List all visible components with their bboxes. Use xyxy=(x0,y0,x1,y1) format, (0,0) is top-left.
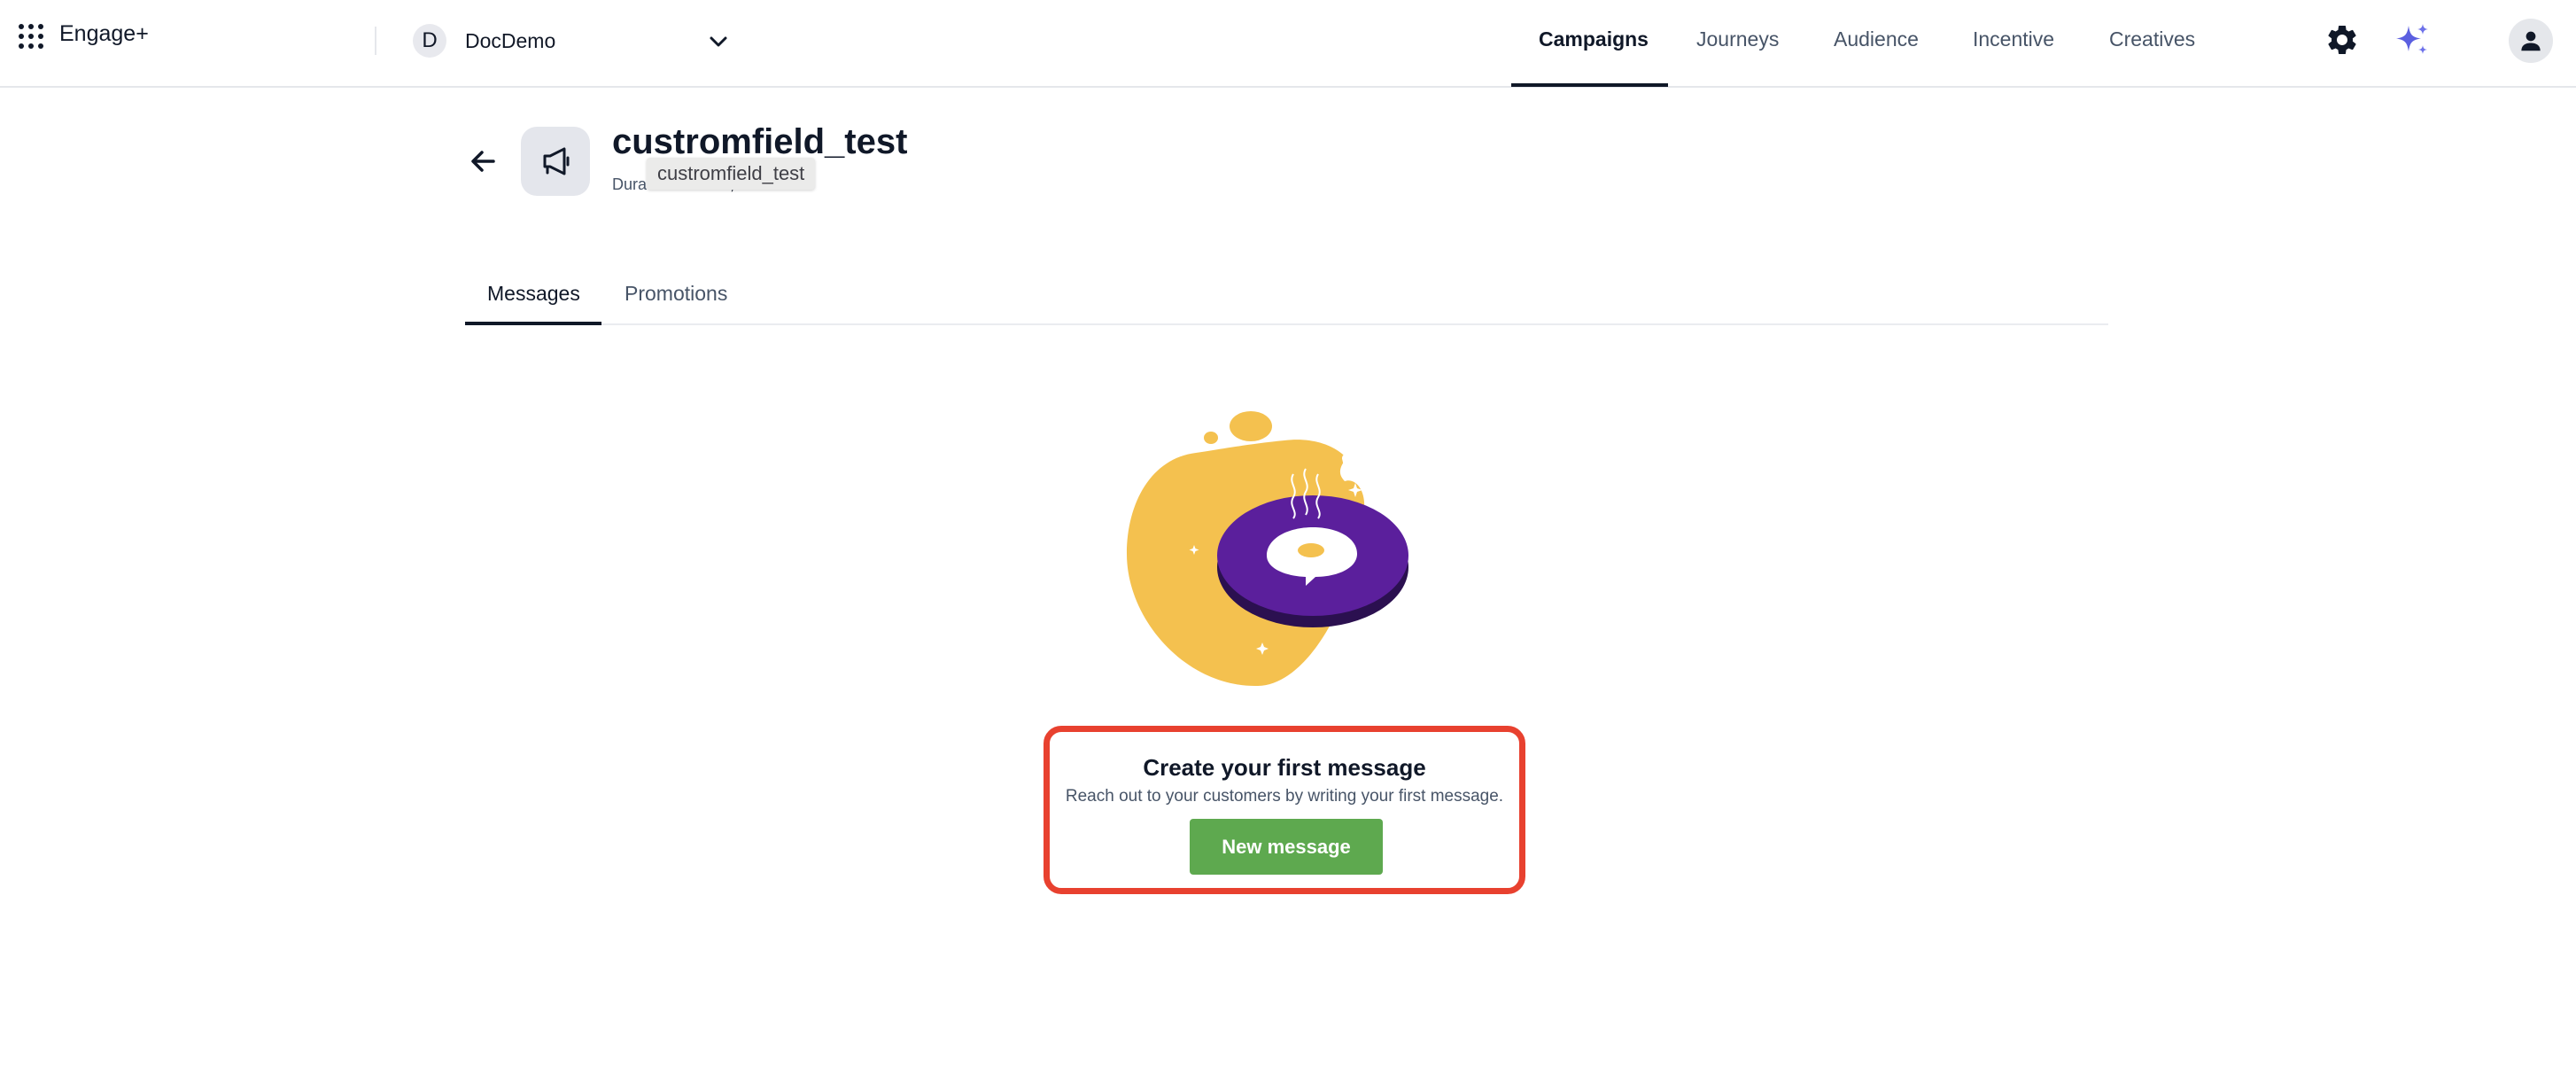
nav-active-indicator xyxy=(1511,83,1668,87)
campaign-title: custromfield_test xyxy=(612,122,908,161)
new-message-button[interactable]: New message xyxy=(1190,819,1383,875)
empty-state-subtitle: Reach out to your customers by writing y… xyxy=(1065,787,1504,806)
nav-tab-audience[interactable]: Audience xyxy=(1834,27,1919,51)
tabs-divider xyxy=(465,323,2108,325)
brand-name[interactable]: Engage+ xyxy=(59,21,149,47)
apps-grid-icon[interactable] xyxy=(18,23,44,50)
tab-messages[interactable]: Messages xyxy=(487,282,580,306)
nav-tab-creatives[interactable]: Creatives xyxy=(2109,27,2195,51)
back-arrow-icon[interactable] xyxy=(467,145,499,177)
tab-active-indicator xyxy=(465,322,601,325)
org-name[interactable]: DocDemo xyxy=(465,29,555,53)
duration-label: Dura xyxy=(612,175,648,193)
title-tooltip: custromfield_test xyxy=(647,158,816,190)
user-icon xyxy=(2521,31,2541,51)
empty-state-panel: Create your first message Reach out to y… xyxy=(1044,726,1525,894)
nav-tab-incentive[interactable]: Incentive xyxy=(1973,27,2054,51)
header-divider xyxy=(375,27,376,55)
megaphone-icon xyxy=(543,147,570,175)
sparkle-icon[interactable] xyxy=(2394,22,2432,59)
gear-icon[interactable] xyxy=(2324,22,2360,58)
nav-tab-journeys[interactable]: Journeys xyxy=(1696,27,1779,51)
chevron-down-icon[interactable] xyxy=(705,28,732,55)
empty-state-title: Create your first message xyxy=(1143,754,1426,781)
top-navigation-bar: Engage+ D DocDemo Campaigns Journeys Aud… xyxy=(0,0,2576,88)
campaign-icon xyxy=(521,127,590,196)
user-avatar[interactable] xyxy=(2509,19,2553,63)
empty-state-illustration xyxy=(1127,411,1408,687)
tab-promotions[interactable]: Promotions xyxy=(625,282,727,306)
nav-tab-campaigns[interactable]: Campaigns xyxy=(1539,27,1649,51)
org-avatar: D xyxy=(413,24,446,58)
